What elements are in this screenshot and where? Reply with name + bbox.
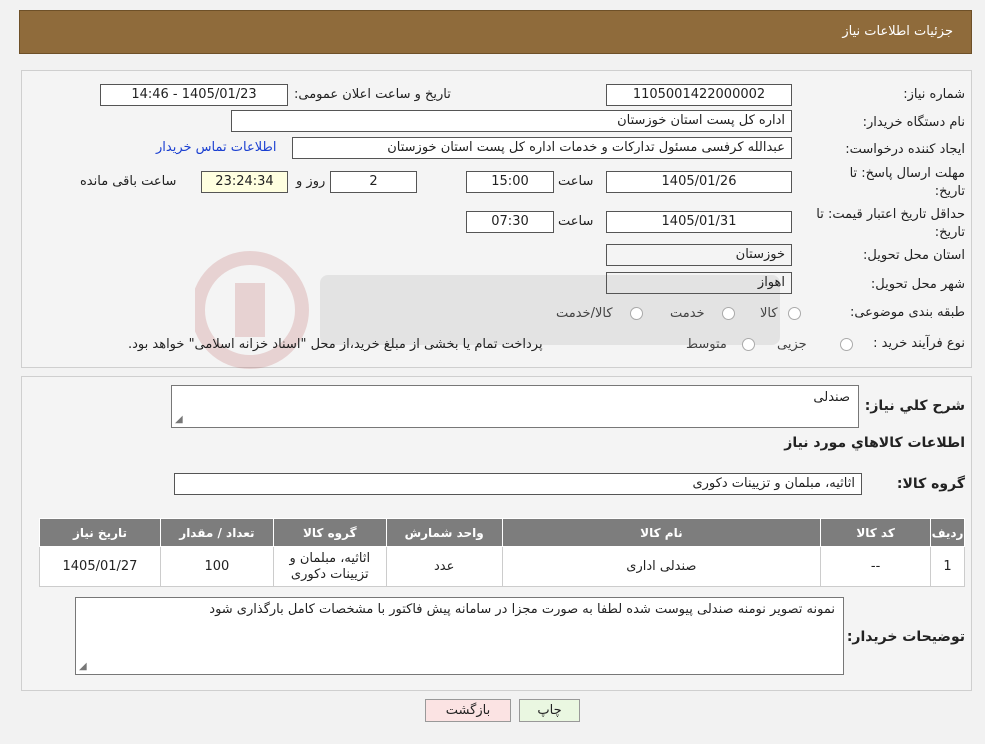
col-unit: واحد شمارش [385,518,503,547]
announce-label: تاریخ و ساعت اعلان عمومی: [294,87,451,102]
category-goods-service-label: کالا/خدمت [556,306,613,321]
goods-group-label: گروه کالا: [896,476,965,492]
days-field: 2 [330,171,417,193]
row-unit: عدد [385,546,503,587]
col-date: تاریخ نیاز [39,518,161,547]
announce-field: 1405/01/23 - 14:46 [100,84,288,106]
days-label: روز و [296,174,326,189]
goods-heading: اطلاعات کالاهاي مورد نياز [784,435,965,451]
row-group: اثاثیه، مبلمان و تزیینات دکوری [272,546,387,587]
deadline-time-label: ساعت [558,174,594,189]
category-radio-service[interactable] [722,307,735,320]
remaining-time-field: 23:24:34 [201,171,288,193]
city-label: شهر محل تحویل: [870,277,965,292]
deadline-date-field: 1405/01/26 [606,171,792,193]
validity-time-field: 07:30 [466,211,554,233]
buyer-org-label: نام دستگاه خریدار: [862,115,965,130]
col-index: ردیف [930,518,965,547]
category-radio-goods-service[interactable] [630,307,643,320]
buyer-notes-label: توضیحات خریدار: [846,629,965,645]
back-button[interactable]: بازگشت [425,699,511,722]
validity-label-date: تاریخ: [934,225,965,240]
col-code: کد کالا [820,518,932,547]
row-index: 1 [930,546,965,587]
row-code: -- [820,546,932,587]
city-field: اهواز [606,272,792,294]
process-label: نوع فرآیند خرید : [873,336,965,351]
row-group-line1: اثاثیه، مبلمان و [289,550,371,566]
buyer-notes-textarea[interactable]: نمونه تصویر نومنه صندلی پیوست شده لطفا ب… [75,597,844,675]
validity-label: حداقل تاریخ اعتبار قیمت: تا [816,207,965,222]
col-group: گروه کالا [272,518,387,547]
col-name: نام کالا [501,518,822,547]
province-label: استان محل تحویل: [863,248,965,263]
creator-label: ایجاد کننده درخواست: [845,142,965,157]
category-label: طبقه بندی موضوعی: [849,305,965,320]
process-medium-label: متوسط [686,337,727,352]
deadline-label: مهلت ارسال پاسخ: تا [849,166,965,181]
goods-group-field: اثاثیه، مبلمان و تزیینات دکوری [174,473,862,495]
row-date: 1405/01/27 [39,546,161,587]
deadline-time-field: 15:00 [466,171,554,193]
validity-time-label: ساعت [558,214,594,229]
process-minor-label: جزیی [777,337,807,352]
summary-label: شرح کلي نياز: [864,398,965,414]
process-radio-minor[interactable] [840,338,853,351]
province-field: خوزستان [606,244,792,266]
category-service-label: خدمت [670,306,705,321]
page-header: جزئیات اطلاعات نیاز [19,10,972,54]
category-goods-label: کالا [760,306,778,321]
creator-field: عبدالله کرفسی مسئول تدارکات و خدمات ادار… [292,137,792,159]
resize-handle-icon[interactable]: ◢ [79,661,87,672]
resize-handle-icon[interactable]: ◢ [175,414,183,425]
table-header-row: ردیف کد کالا نام کالا واحد شمارش گروه کا… [39,518,965,547]
summary-textarea[interactable]: صندلی ◢ [171,385,859,428]
row-group-line2: تزیینات دکوری [290,566,369,582]
buyer-org-field: اداره کل پست استان خوزستان [231,110,792,132]
need-number-field: 1105001422000002 [606,84,792,106]
need-number-label: شماره نیاز: [903,87,965,102]
process-radio-medium[interactable] [742,338,755,351]
process-note: پرداخت تمام یا بخشی از مبلغ خرید،از محل … [128,337,543,352]
remaining-label: ساعت باقی مانده [80,174,177,189]
category-radio-goods[interactable] [788,307,801,320]
goods-table: ردیف کد کالا نام کالا واحد شمارش گروه کا… [39,518,965,587]
row-qty: 100 [159,546,274,587]
summary-text: صندلی [813,390,850,405]
row-name: صندلی اداری [501,546,822,587]
buyer-notes-text: نمونه تصویر نومنه صندلی پیوست شده لطفا ب… [209,602,835,617]
buyer-contact-link[interactable]: اطلاعات تماس خریدار [156,140,276,155]
deadline-label-date: تاریخ: [934,184,965,199]
validity-date-field: 1405/01/31 [606,211,792,233]
print-button[interactable]: چاپ [519,699,580,722]
page-title: جزئیات اطلاعات نیاز [842,24,953,39]
col-qty: تعداد / مقدار [159,518,274,547]
table-row: 1 -- صندلی اداری عدد اثاثیه، مبلمان و تزی… [39,546,965,587]
